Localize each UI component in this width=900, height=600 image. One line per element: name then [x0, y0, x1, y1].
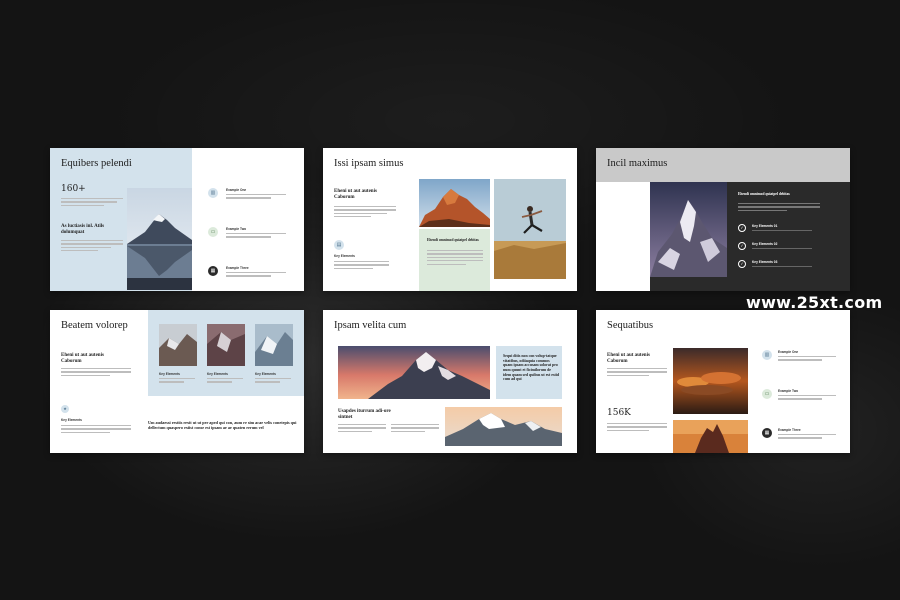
- slide-6-cloud-photo: [673, 348, 748, 414]
- slide-4-key-text: [61, 425, 131, 435]
- slide-4-photo-text-2: [207, 378, 243, 385]
- slide-4-title: Beatem volorep: [61, 320, 128, 331]
- slide-4-photo-text-3: [255, 378, 291, 385]
- slide-6-item-1: Example One: [778, 350, 799, 354]
- slide-1-item-1: Example One: [226, 188, 247, 192]
- watermark: www.25xt.com: [746, 293, 883, 312]
- slide-4-quote: Um audaessi restiis rexit ut ut per aped…: [148, 420, 297, 431]
- document-icon: ▤: [334, 240, 344, 250]
- slide-4-subhead: Eheni ut aut autenis Caborum: [61, 353, 104, 364]
- slide-3-item-3-text: [752, 266, 812, 269]
- slide-5[interactable]: Ipsam velita cum Sequi ditis non con vol…: [323, 310, 577, 453]
- slide-5-title: Ipsam velita cum: [334, 320, 407, 331]
- slide-1-mountain-photo: [127, 188, 192, 290]
- slide-6-body-text: [607, 368, 667, 378]
- slide-4[interactable]: Beatem volorep Eheni ut aut autenis Cabo…: [50, 310, 304, 453]
- slide-4-photo-label-1: Key Elements: [159, 372, 180, 376]
- slide-6-item-3-text: [778, 434, 836, 441]
- slide-5-body-text-1: [338, 424, 386, 434]
- check-icon-3: ✓: [738, 260, 746, 268]
- slide-5-sunset-photo: [338, 346, 490, 399]
- slide-6-rock-photo: [673, 420, 748, 453]
- slide-2-subhead: Eheni ut aut autenis Caborum: [334, 189, 377, 200]
- slide-5-peach-photo: [445, 407, 562, 446]
- chat-icon-2: ▭: [762, 389, 772, 399]
- slide-4-photo-label-2: Key Elements: [207, 372, 228, 376]
- slide-6-item-3: Example Three: [778, 428, 801, 432]
- slide-4-photo-3: [255, 324, 293, 366]
- slide-3-body-text: [738, 203, 820, 213]
- slide-1-body-text: [61, 198, 123, 208]
- star-icon: ★: [61, 405, 69, 413]
- slide-2-key-text: [334, 261, 389, 271]
- slide-6[interactable]: Sequatibus Eheni ut aut autenis Caborum …: [596, 310, 850, 453]
- slide-5-subhead: Usapdes iturrum adi-ore sintnet: [338, 409, 391, 420]
- slide-3-item-2: Key Elements 02: [752, 242, 778, 246]
- slide-3-item-2-text: [752, 248, 812, 251]
- chat-icon: ▭: [208, 227, 218, 237]
- slide-3-title: Incil maximus: [607, 158, 668, 169]
- slide-3-box-head: Ehendi omnimod quiatpel debitas: [738, 192, 790, 196]
- slide-1-item-3-text: [226, 272, 286, 279]
- slide-2-body-text: [334, 206, 396, 220]
- slide-1-item-1-text: [226, 194, 286, 201]
- slide-2-title: Issi ipsam simus: [334, 158, 404, 169]
- slide-4-photo-2: [207, 324, 245, 366]
- grid-icon: ▦: [208, 266, 218, 276]
- slide-2-runner-photo: [494, 179, 566, 279]
- slide-3-item-1-text: [752, 230, 812, 233]
- slide-1-item-3: Example Three: [226, 266, 249, 270]
- slide-2-box-head: Ehendi omnimod quiatpel debitas: [427, 238, 479, 242]
- slide-1-body-text-2: [61, 240, 123, 254]
- slide-5-callout: Sequi ditis non con volup-tatque vitatib…: [503, 354, 559, 382]
- slide-2-box-list: [427, 250, 483, 267]
- slide-6-item-1-text: [778, 356, 836, 363]
- slide-3-peak-photo: [650, 182, 727, 277]
- slide-3[interactable]: Incil maximus Ehendi omnimod quiatpel de…: [596, 148, 850, 291]
- slide-1[interactable]: Equibers pelendi 160+ As luctiasis inl. …: [50, 148, 304, 291]
- slide-4-body-text: [61, 368, 131, 378]
- grid-icon-2: ▦: [762, 428, 772, 438]
- slide-6-title: Sequatibus: [607, 320, 654, 331]
- check-icon-2: ✓: [738, 242, 746, 250]
- slide-1-title: Equibers pelendi: [61, 158, 132, 169]
- slide-4-key-label: Key Elements: [61, 418, 82, 422]
- slide-3-item-3: Key Elements 03: [752, 260, 778, 264]
- slide-4-photo-1: [159, 324, 197, 366]
- slide-2[interactable]: Issi ipsam simus Eheni ut aut autenis Ca…: [323, 148, 577, 291]
- slide-1-item-2: Example Two: [226, 227, 247, 231]
- check-icon-1: ✓: [738, 224, 746, 232]
- chart-icon-2: ▥: [762, 350, 772, 360]
- slide-4-photo-text-1: [159, 378, 195, 385]
- slide-6-item-2: Example Two: [778, 389, 799, 393]
- chart-icon: ▥: [208, 188, 218, 198]
- slide-5-body-text-2: [391, 424, 439, 434]
- slide-1-item-2-text: [226, 233, 286, 240]
- slide-6-subhead: Eheni ut aut autenis Caborum: [607, 353, 650, 364]
- slide-1-subhead: As luctiasis inl. Atils dolumquat: [61, 224, 105, 235]
- slide-2-key-label: Key Elements: [334, 254, 355, 258]
- slide-2-rock-photo: [419, 179, 490, 227]
- slide-6-item-2-text: [778, 395, 836, 402]
- slide-4-photo-label-3: Key Elements: [255, 372, 276, 376]
- slide-6-stat: 156K: [607, 408, 631, 418]
- slide-1-stat: 160+: [61, 184, 86, 194]
- slide-3-item-1: Key Elements 01: [752, 224, 778, 228]
- slide-6-body-text-2: [607, 423, 667, 433]
